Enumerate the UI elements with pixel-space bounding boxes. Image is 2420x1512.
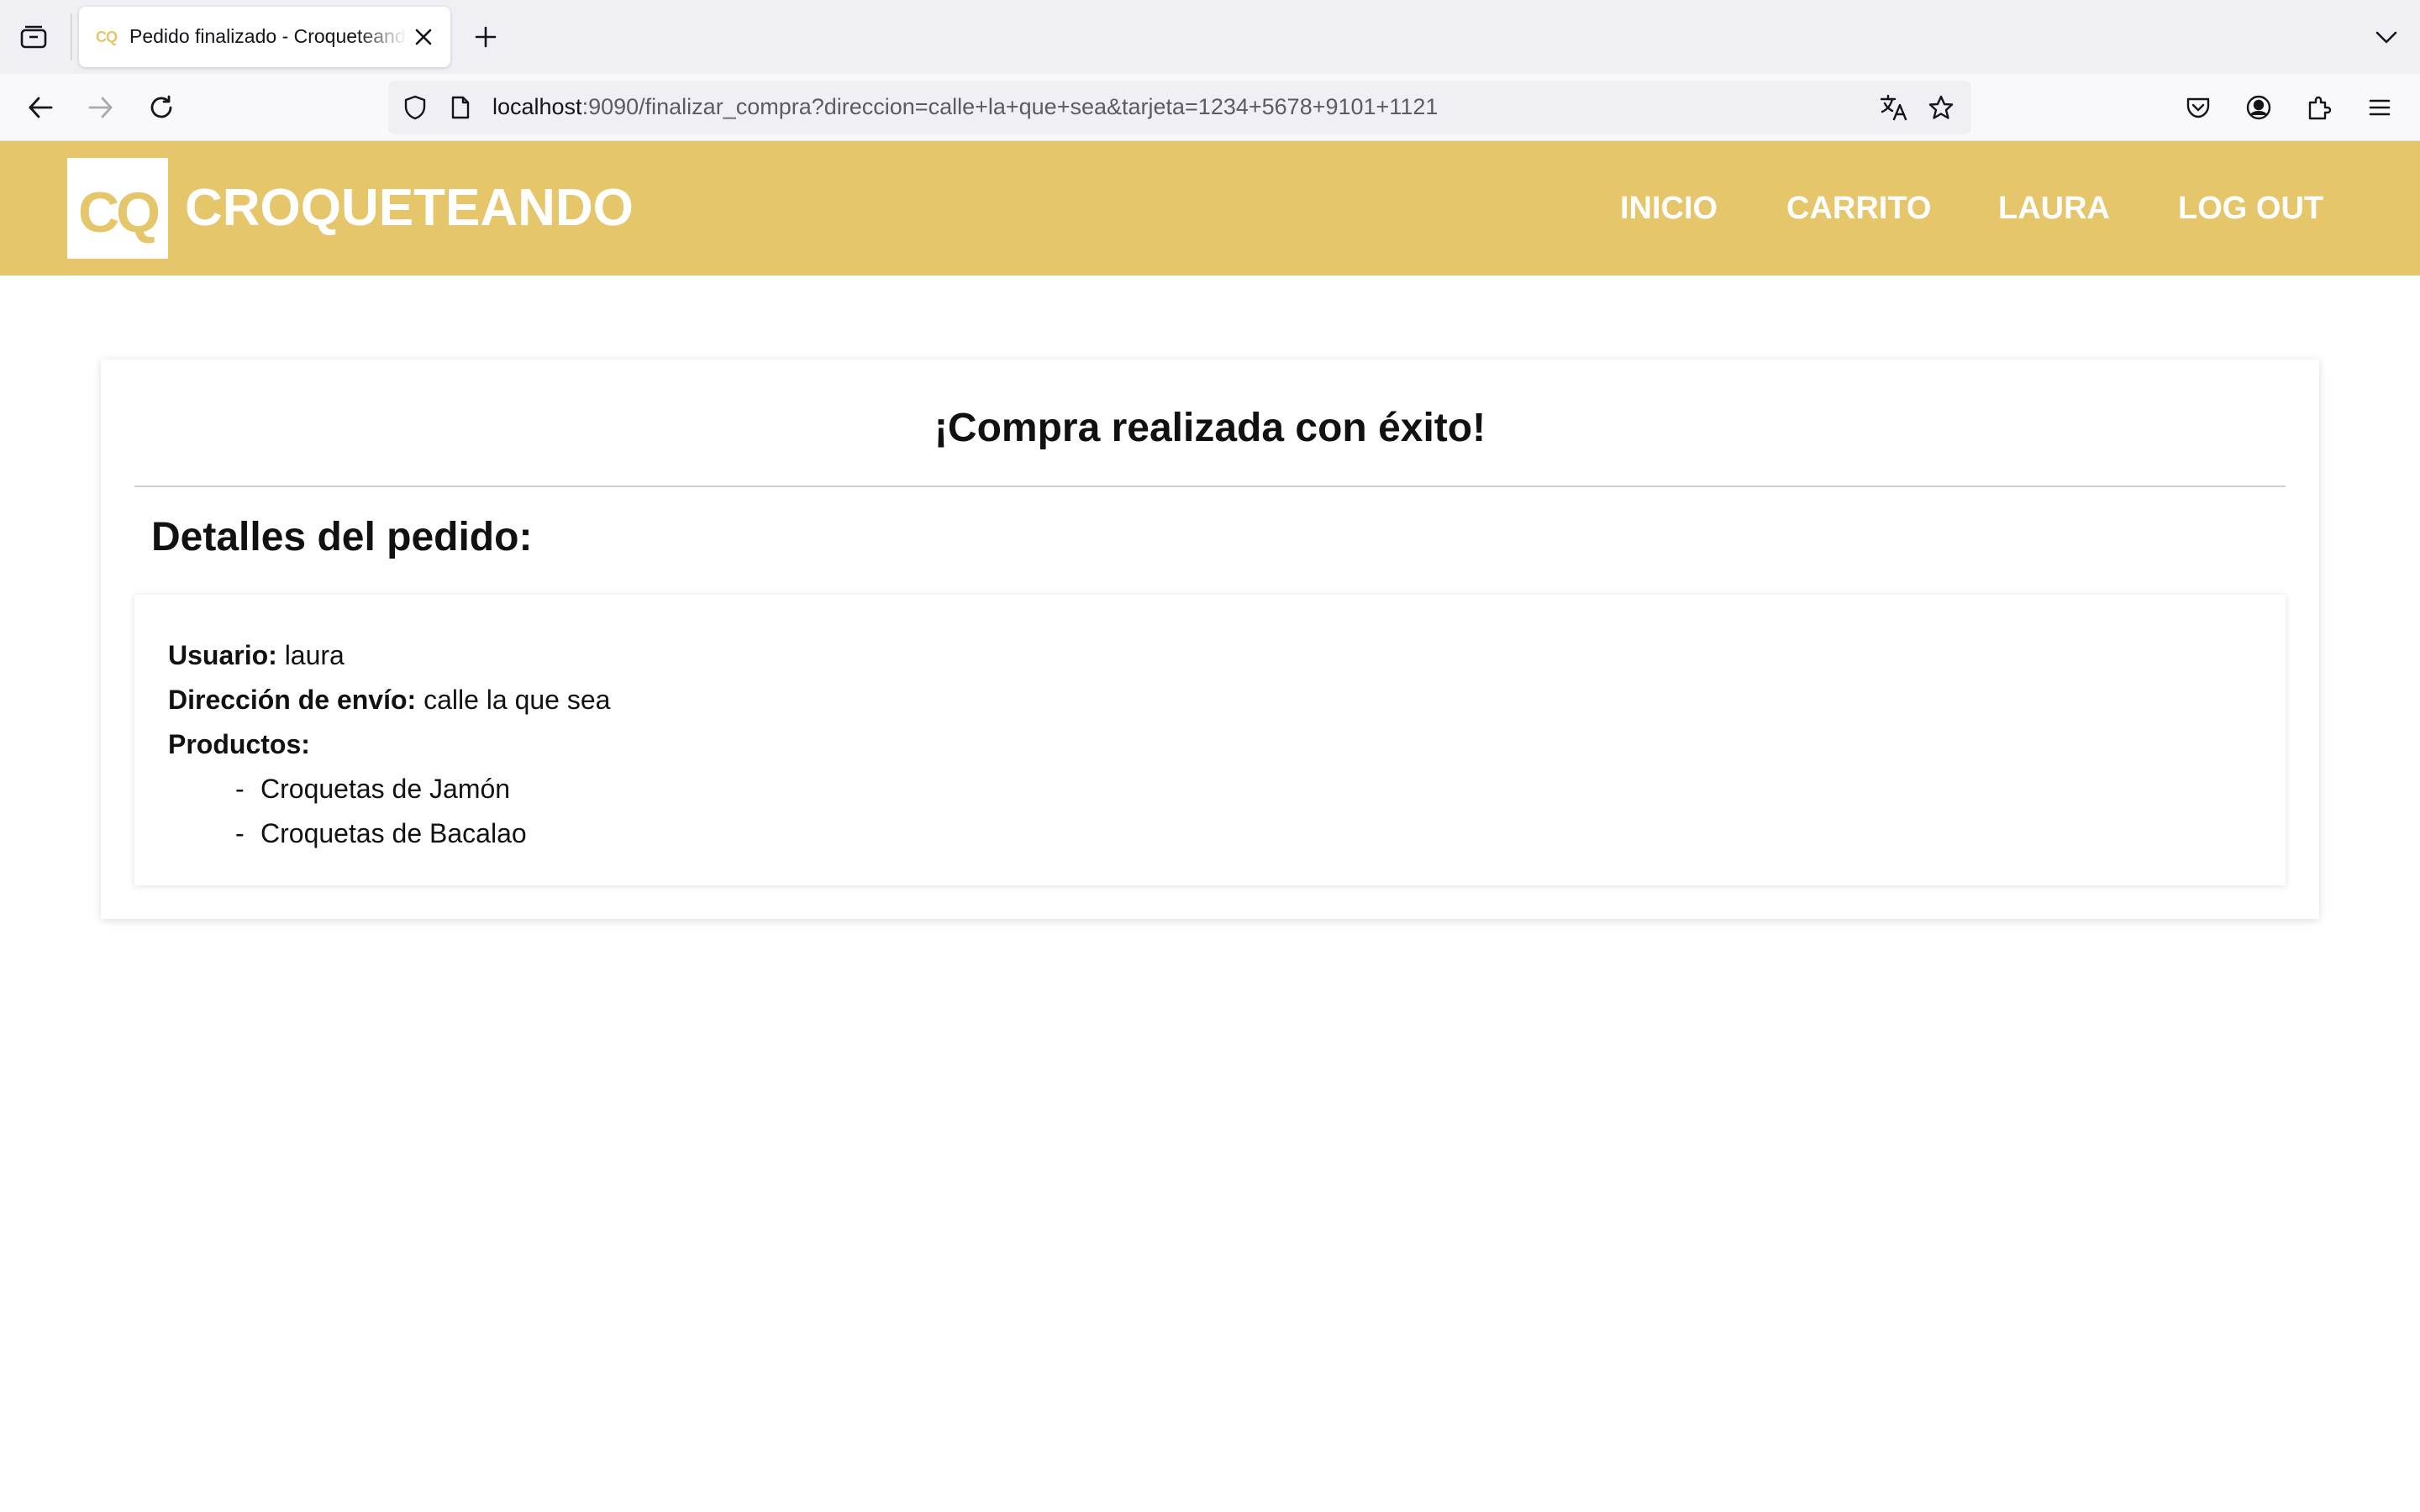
plus-icon[interactable] xyxy=(469,20,502,54)
list-item: - Croquetas de Bacalao xyxy=(235,818,527,848)
translate-icon[interactable] xyxy=(1877,91,1911,124)
product-name: Croquetas de Bacalao xyxy=(260,818,527,848)
address-row: Dirección de envío: calle la que sea xyxy=(168,683,610,717)
address-value: calle la que sea xyxy=(424,685,611,715)
user-value: laura xyxy=(284,640,345,670)
user-row: Usuario: laura xyxy=(168,638,345,672)
forward-arrow-icon[interactable] xyxy=(82,89,119,126)
url-path: :9090/finalizar_compra?direccion=calle+l… xyxy=(581,94,1439,119)
tab-separator xyxy=(71,13,72,60)
site-logo[interactable]: CQ xyxy=(67,158,168,259)
back-arrow-icon[interactable] xyxy=(22,89,59,126)
tab-favicon: CQ xyxy=(96,29,118,45)
tab-title: Pedido finalizado - Croqueteando xyxy=(129,25,407,47)
page-title: ¡Compra realizada con éxito! xyxy=(934,406,1486,450)
account-icon[interactable] xyxy=(2240,89,2277,126)
nav-link-carrito[interactable]: CARRITO xyxy=(1786,190,1931,227)
divider xyxy=(134,486,2286,487)
chevron-down-icon[interactable] xyxy=(2370,20,2403,54)
order-confirmation-card: ¡Compra realizada con éxito! Detalles de… xyxy=(101,360,2319,919)
products-label: Productos: xyxy=(168,729,310,759)
menu-icon[interactable] xyxy=(2361,89,2398,126)
reload-icon[interactable] xyxy=(143,89,180,126)
close-icon[interactable] xyxy=(408,22,439,52)
site-name[interactable]: CROQUETEANDO xyxy=(185,178,634,239)
products-row: Productos: xyxy=(168,727,310,761)
logo-text: CQ xyxy=(78,181,160,244)
url-bar[interactable]: localhost:9090/finalizar_compra?direccio… xyxy=(388,81,1971,134)
list-item: - Croquetas de Jamón xyxy=(235,774,511,804)
pocket-icon[interactable] xyxy=(2180,89,2217,126)
page-icon[interactable] xyxy=(444,91,477,124)
product-name: Croquetas de Jamón xyxy=(260,774,511,804)
extensions-icon[interactable] xyxy=(2301,89,2338,126)
nav-link-user[interactable]: LAURA xyxy=(1998,190,2110,227)
tab-overview-icon[interactable] xyxy=(15,20,52,54)
star-icon[interactable] xyxy=(1924,91,1958,124)
url-text[interactable]: localhost:9090/finalizar_compra?direccio… xyxy=(492,94,1438,120)
nav-link-inicio[interactable]: INICIO xyxy=(1620,190,1718,227)
shield-icon[interactable] xyxy=(398,91,432,124)
order-details-box: Usuario: laura Dirección de envío: calle… xyxy=(134,595,2286,885)
nav-link-logout[interactable]: LOG OUT xyxy=(2178,190,2323,227)
site-header: CQ CROQUETEANDO INICIO CARRITO LAURA LOG… xyxy=(0,141,2420,276)
details-heading: Detalles del pedido: xyxy=(151,515,533,559)
browser-navigation-bar: localhost:9090/finalizar_compra?direccio… xyxy=(0,74,2420,141)
user-label: Usuario: xyxy=(168,640,277,670)
url-host: localhost xyxy=(492,94,582,119)
browser-tab-bar: CQ Pedido finalizado - Croqueteando xyxy=(0,0,2420,74)
browser-tab-active[interactable]: CQ Pedido finalizado - Croqueteando xyxy=(79,7,450,67)
address-label: Dirección de envío: xyxy=(168,685,417,715)
